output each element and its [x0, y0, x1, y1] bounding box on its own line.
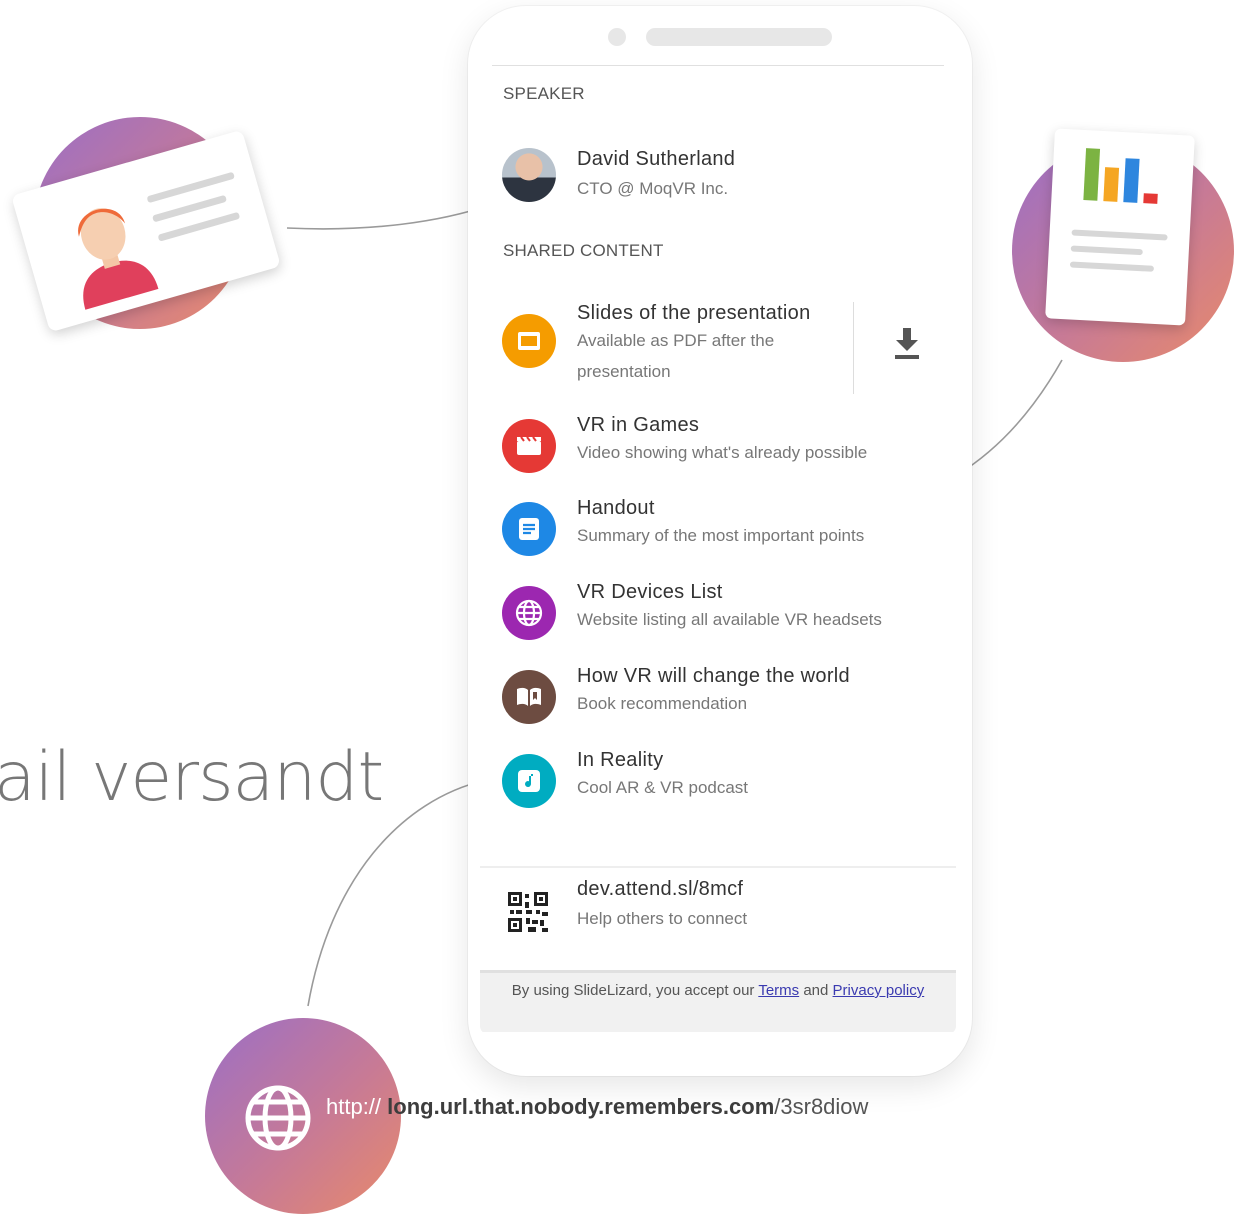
url-host: long.url.that.nobody.remembers.com: [387, 1094, 775, 1119]
url-protocol: http://: [326, 1094, 382, 1119]
list-item-vr-in-games[interactable]: VR in Games Video showing what's already…: [502, 414, 942, 484]
item-subtitle: Summary of the most important points: [577, 526, 865, 545]
shared-content-section-title: SHARED CONTENT: [503, 241, 664, 260]
earpiece: [646, 28, 832, 46]
chart-bar: [1123, 158, 1140, 203]
short-link[interactable]: dev.attend.sl/8mcf Help others to connec…: [577, 878, 747, 934]
short-link-url: dev.attend.sl/8mcf: [577, 878, 744, 900]
legal-prefix: By using SlideLizard, you accept our: [511, 982, 759, 999]
chart-bar: [1143, 193, 1158, 204]
item-title: VR in Games: [577, 414, 700, 436]
list-item-handout[interactable]: Handout Summary of the most important po…: [502, 497, 942, 567]
video-icon: [502, 419, 556, 473]
front-camera: [608, 28, 626, 46]
item-title: Handout: [577, 497, 655, 519]
book-icon: [502, 670, 556, 724]
legal-notice: By using SlideLizard, you accept our Ter…: [480, 970, 956, 1032]
speaker-section-title: SPEAKER: [503, 84, 585, 103]
chart-bar: [1103, 167, 1120, 202]
url-path: /3sr8diow: [774, 1094, 869, 1119]
item-title: Slides of the presentation: [577, 302, 811, 324]
qr-code-icon[interactable]: [508, 892, 548, 932]
long-url: http:// long.url.that.nobody.remembers.c…: [326, 1094, 868, 1120]
presentation-icon: [502, 314, 556, 368]
short-link-caption: Help others to connect: [577, 909, 748, 928]
list-item-vr-devices[interactable]: VR Devices List Website listing all avai…: [502, 581, 942, 651]
item-title: In Reality: [577, 749, 664, 771]
item-subtitle: Video showing what's already possible: [577, 443, 868, 462]
globe-icon: [502, 586, 556, 640]
item-title: VR Devices List: [577, 581, 723, 603]
privacy-policy-link[interactable]: Privacy policy: [833, 982, 925, 999]
item-subtitle: Cool AR & VR podcast: [577, 778, 749, 797]
music-note-icon: [502, 754, 556, 808]
list-item-slides[interactable]: Slides of the presentation Available as …: [502, 302, 942, 398]
list-item-podcast[interactable]: In Reality Cool AR & VR podcast: [502, 749, 942, 819]
document-icon: [502, 502, 556, 556]
item-title: How VR will change the world: [577, 665, 850, 687]
chart-bar: [1083, 148, 1101, 201]
speaker-name: David Sutherland: [577, 148, 736, 170]
avatar: [502, 148, 556, 202]
item-subtitle: Book recommendation: [577, 694, 748, 713]
list-item-book[interactable]: How VR will change the world Book recomm…: [502, 665, 942, 735]
globe-icon: [245, 1085, 311, 1151]
download-icon[interactable]: [892, 326, 922, 362]
phone-mockup: SPEAKER David Sutherland CTO @ MoqVR Inc…: [468, 6, 972, 1076]
item-subtitle: Website listing all available VR headset…: [577, 610, 882, 629]
speaker-role: CTO @ MoqVR Inc.: [577, 179, 729, 198]
item-subtitle: Available as PDF after the presentation: [577, 331, 775, 381]
legal-and: and: [799, 982, 833, 999]
speaker-row[interactable]: David Sutherland CTO @ MoqVR Inc.: [502, 148, 942, 208]
terms-link[interactable]: Terms: [758, 982, 799, 999]
chart-document-icon: [1045, 128, 1195, 326]
phone-screen: SPEAKER David Sutherland CTO @ MoqVR Inc…: [480, 66, 956, 1032]
